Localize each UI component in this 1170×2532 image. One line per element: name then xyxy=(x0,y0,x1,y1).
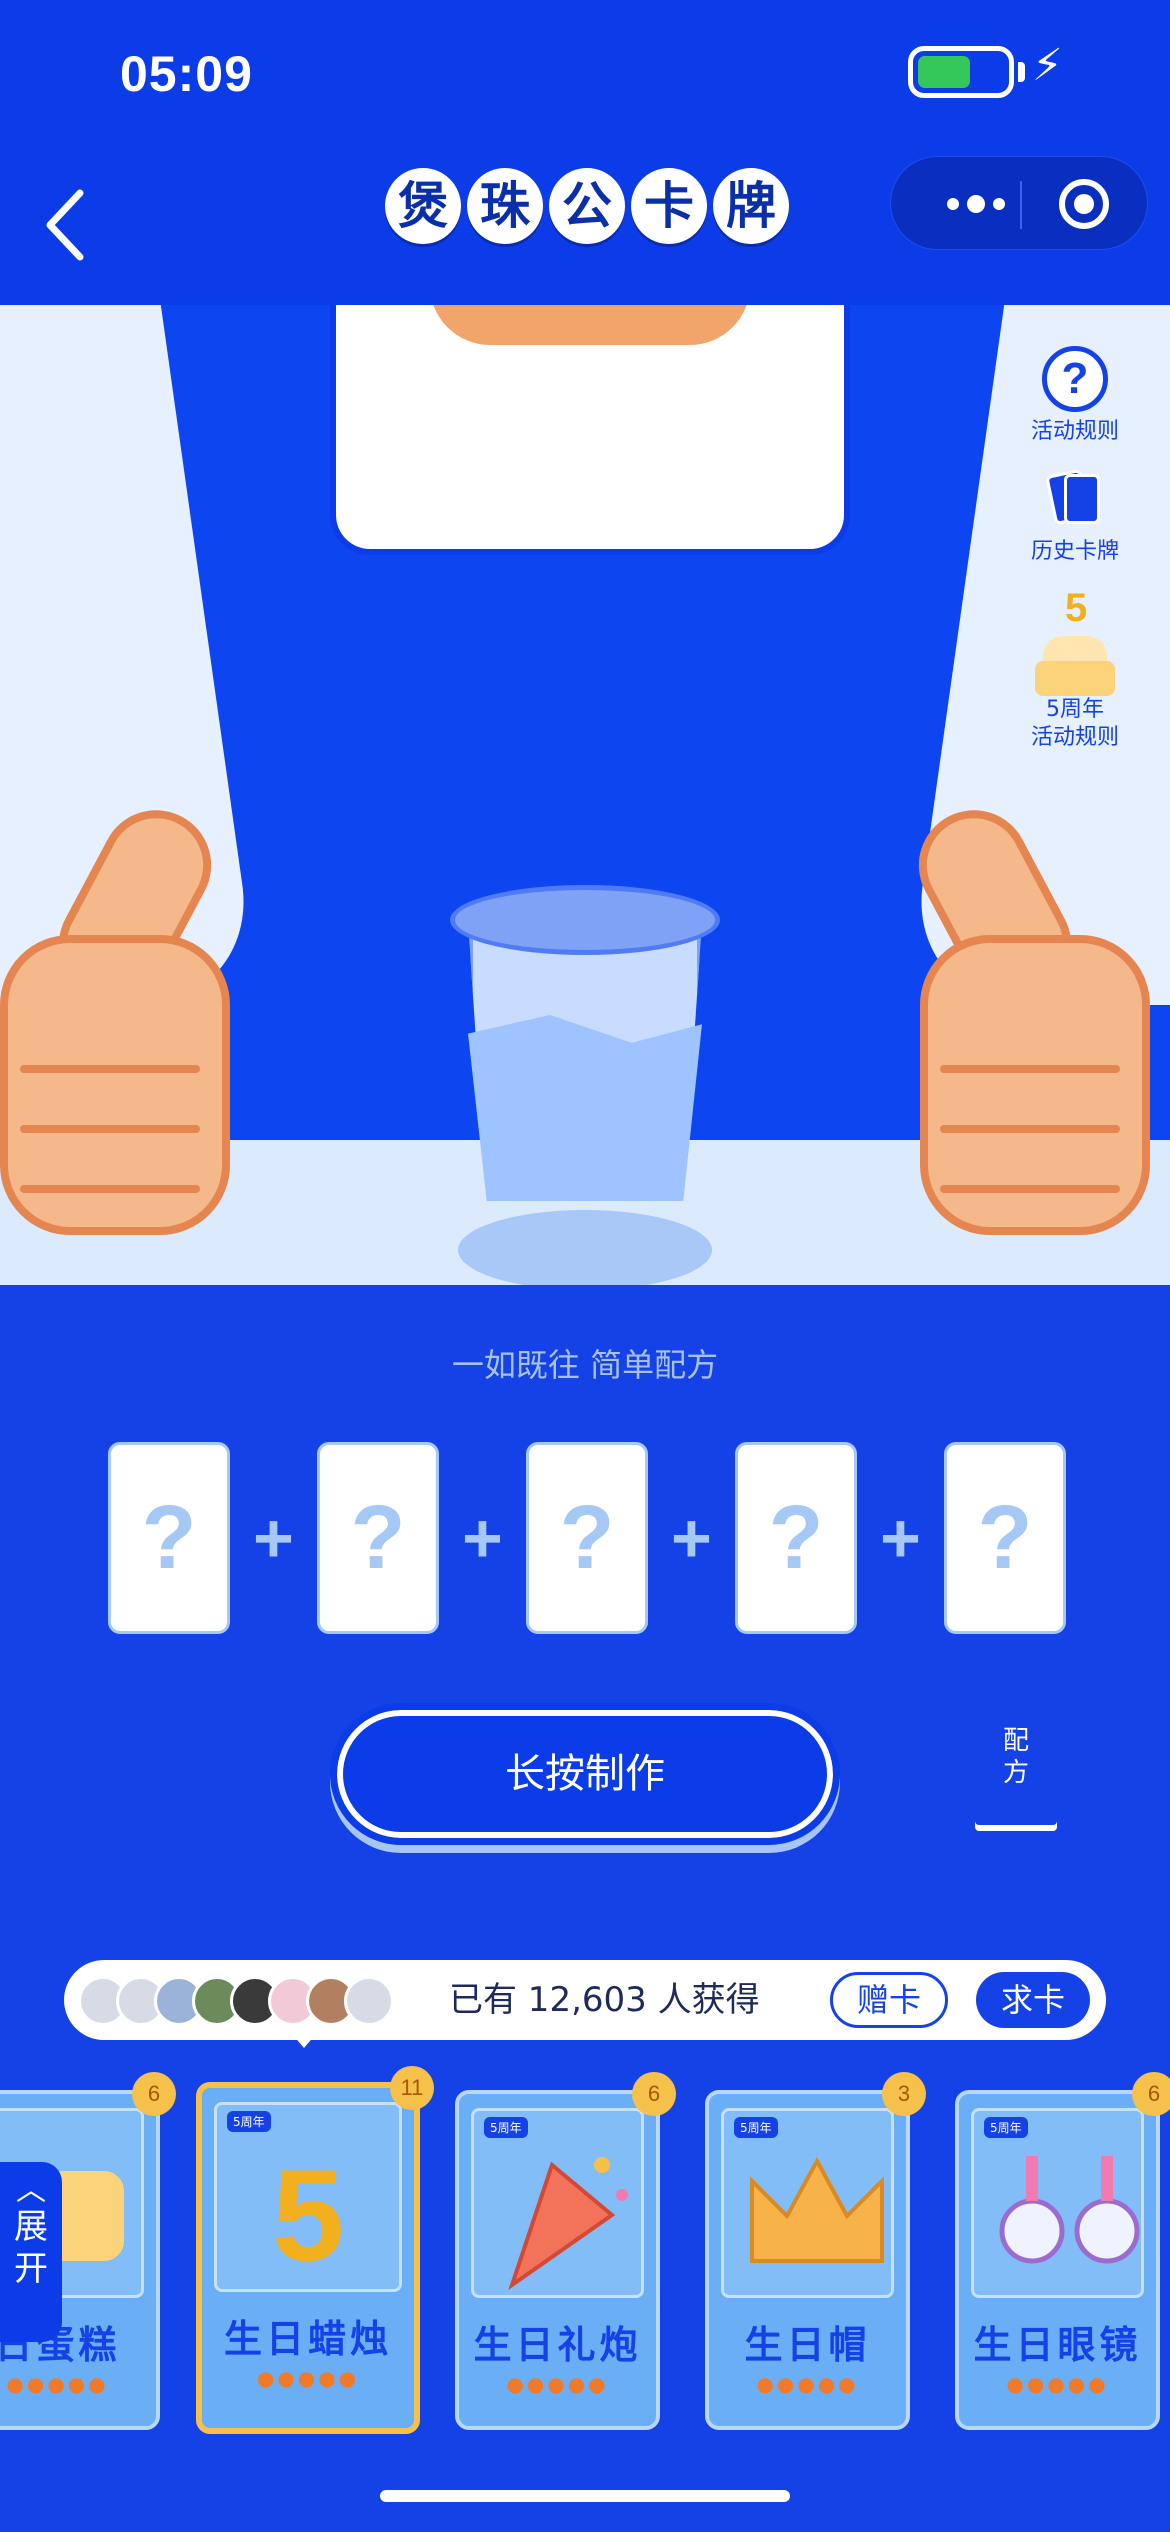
recipe-slot[interactable]: ? xyxy=(944,1442,1066,1634)
card-art: 5周年 xyxy=(471,2108,644,2298)
gift-card-button[interactable]: 赠卡 xyxy=(830,1972,948,2028)
back-button[interactable] xyxy=(40,175,110,275)
card-art: 5周年 xyxy=(971,2108,1144,2298)
hero-illustration xyxy=(0,305,1170,1285)
close-miniprogram-button[interactable] xyxy=(1059,179,1109,229)
owners-bar: 已有 12,603 人获得 赠卡 求卡 xyxy=(64,1960,1106,2040)
long-press-make-button[interactable]: 长按制作 xyxy=(330,1703,840,1845)
title-char: 卡 xyxy=(631,168,707,244)
capsule-divider xyxy=(1020,181,1022,229)
status-time: 05:09 xyxy=(120,46,253,102)
anniversary-label-line2: 活动规则 xyxy=(1030,725,1119,750)
more-icon xyxy=(947,195,1005,213)
card-list: 日蛋糕 ●●●●● 6 5周年 5 生日蜡烛 ●●●●● 11 5周年 生日礼炮… xyxy=(0,2066,1170,2470)
ranking-button[interactable]: 合成排行 xyxy=(98,1720,233,1830)
back-arrow-icon xyxy=(46,189,84,261)
more-button[interactable] xyxy=(931,177,1021,231)
expand-label-1: 展 xyxy=(14,2207,48,2247)
glasses-icon xyxy=(999,2156,1140,2264)
plus-icon: + xyxy=(880,1499,921,1577)
expand-tab[interactable]: ︿ 展 开 xyxy=(0,2162,62,2342)
recipe-slot[interactable]: ? xyxy=(108,1442,230,1634)
cup-shadow xyxy=(458,1210,712,1285)
title-char: 公 xyxy=(549,168,625,244)
cup-illustration xyxy=(450,885,720,1215)
card-rarity: ●●●●● xyxy=(756,2372,859,2396)
party-popper-icon xyxy=(508,2157,628,2291)
screen: 05:09 ⚡ 煲 珠 公 卡 牌 ? 活动规则 历史卡牌 5 5周年 活动规则… xyxy=(0,0,1170,2532)
card-birthday-hat[interactable]: 5周年 生日帽 ●●●●● 3 xyxy=(705,2072,926,2430)
page-title: 煲 珠 公 卡 牌 xyxy=(385,168,789,244)
owner-avatars xyxy=(78,1976,394,2026)
history-cards-button[interactable]: 历史卡牌 xyxy=(1000,466,1150,566)
home-indicator xyxy=(380,2490,790,2502)
card-birthday-candle[interactable]: 5周年 5 生日蜡烛 ●●●●● 11 xyxy=(196,2066,434,2434)
card-rarity: ●●●●● xyxy=(256,2366,360,2390)
recipe-book-button[interactable]: 配方 xyxy=(975,1713,1057,1825)
card-count-badge: 6 xyxy=(632,2072,676,2116)
card-rarity: ●●●●● xyxy=(6,2372,109,2396)
title-char: 煲 xyxy=(385,168,461,244)
card-art: 5周年 xyxy=(721,2108,894,2298)
rules-label: 活动规则 xyxy=(1030,419,1119,444)
recipe-hint: 一如既往 简单配方 xyxy=(451,1346,719,1384)
owners-pointer xyxy=(292,2034,316,2048)
card-name: 生日眼镜 xyxy=(973,2323,1142,2367)
card-name: 生日帽 xyxy=(744,2323,871,2367)
card-tag: 5周年 xyxy=(227,2111,271,2132)
candle-5-icon: 5 xyxy=(272,2142,345,2288)
card-count-badge: 6 xyxy=(1132,2072,1170,2116)
chevron-up-icon: ︿ xyxy=(16,2173,46,2208)
card-birthday-glasses[interactable]: 5周年 生日眼镜 ●●●●● 6 xyxy=(955,2072,1170,2430)
card-birthday-popper[interactable]: 5周年 生日礼炮 ●●●●● 6 xyxy=(455,2072,676,2430)
title-char: 牌 xyxy=(713,168,789,244)
plus-icon: + xyxy=(671,1499,712,1577)
anniversary-label-line1: 5周年 xyxy=(1046,697,1104,722)
miniprogram-capsule xyxy=(890,156,1148,250)
nav-bar: 煲 珠 公 卡 牌 xyxy=(0,150,1170,305)
ranking-icon xyxy=(130,1720,201,1778)
card-count-badge: 11 xyxy=(390,2066,434,2110)
card-rarity: ●●●●● xyxy=(1006,2372,1109,2396)
collar-illustration xyxy=(430,305,750,345)
card-art: 5周年 5 xyxy=(214,2102,402,2292)
card-name: 生日礼炮 xyxy=(473,2323,642,2367)
plus-icon: + xyxy=(253,1499,294,1577)
title-char: 珠 xyxy=(467,168,543,244)
charging-icon: ⚡ xyxy=(1032,40,1063,91)
recipe-slot[interactable]: ? xyxy=(526,1442,648,1634)
plus-icon: + xyxy=(462,1499,503,1577)
battery-icon xyxy=(908,46,1014,98)
status-bar: 05:09 ⚡ xyxy=(0,0,1170,150)
right-thumbs-up-illustration xyxy=(880,790,1170,1265)
left-thumbs-up-illustration xyxy=(0,790,270,1265)
side-actions: ? 活动规则 历史卡牌 5 5周年 活动规则 xyxy=(1000,340,1150,772)
crown-icon xyxy=(750,2156,884,2263)
history-label: 历史卡牌 xyxy=(1030,539,1119,564)
rules-button[interactable]: ? 活动规则 xyxy=(1000,346,1150,446)
card-count-badge: 6 xyxy=(132,2072,176,2116)
card-name: 生日蜡烛 xyxy=(223,2317,392,2361)
recipe-book-label: 配方 xyxy=(1002,1726,1029,1788)
card-tray: 已有 12,603 人获得 赠卡 求卡 日蛋糕 ●●●●● 6 5周年 5 生日… xyxy=(0,1924,1170,2532)
expand-label-2: 开 xyxy=(14,2249,48,2289)
anniversary-rules-button[interactable]: 5 5周年 活动规则 xyxy=(1000,586,1150,752)
owners-count-text: 已有 12,603 人获得 xyxy=(449,1980,760,2020)
card-count-badge: 3 xyxy=(882,2072,926,2116)
cards-icon xyxy=(1042,466,1108,532)
battery-tip xyxy=(1018,62,1025,82)
recipe-slot[interactable]: ? xyxy=(735,1442,857,1634)
ranking-label: 合成排行 xyxy=(105,1794,226,1829)
avatar xyxy=(344,1976,394,2026)
card-rarity: ●●●●● xyxy=(506,2372,609,2396)
recipe-slot[interactable]: ? xyxy=(317,1442,439,1634)
recipe-slots: ? + ? + ? + ? + ? xyxy=(108,1442,1066,1634)
cake-icon: 5 xyxy=(1035,586,1115,696)
request-card-button[interactable]: 求卡 xyxy=(976,1972,1090,2028)
question-icon: ? xyxy=(1042,346,1108,412)
